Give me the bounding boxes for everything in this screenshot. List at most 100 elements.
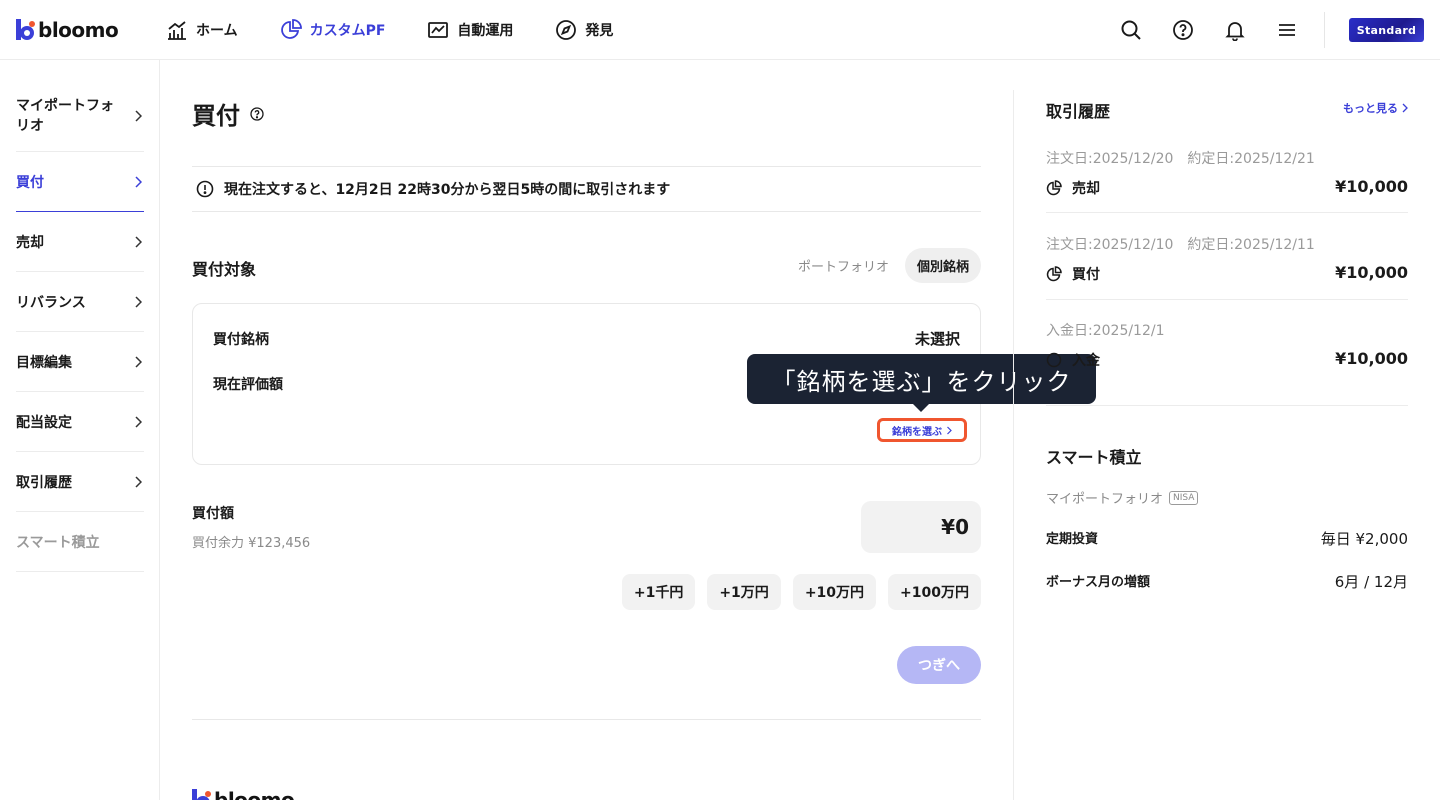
logo-mark-icon xyxy=(192,789,211,800)
add-1m-button[interactable]: +100万円 xyxy=(888,574,981,610)
chevron-right-icon xyxy=(135,475,142,488)
smart-savings-portfolio: マイポートフォリオ NISA xyxy=(1046,488,1199,507)
nav-discover-label: 発見 xyxy=(585,23,614,39)
column-divider xyxy=(1013,90,1014,800)
sidebar-item-my-portfolio[interactable]: マイポートフォリオ xyxy=(16,81,144,152)
deposit-icon xyxy=(1046,352,1062,368)
transaction-type-label: 入金 xyxy=(1072,353,1100,369)
nav-custom-pf[interactable]: カスタムPF xyxy=(280,19,386,41)
top-header: bloomo ホーム カスタムPF 自動運用 発見 Standard xyxy=(0,0,1440,60)
target-type-toggle: ポートフォリオ 個別銘柄 xyxy=(786,248,981,283)
header-divider xyxy=(1324,12,1325,48)
sidebar-item-label: スマート積立 xyxy=(16,534,100,551)
nisa-badge: NISA xyxy=(1169,490,1199,505)
menu-icon[interactable] xyxy=(1276,19,1298,41)
bloomo-logo[interactable]: bloomo xyxy=(16,18,119,42)
sidebar-item-dividend[interactable]: 配当設定 xyxy=(16,392,144,452)
buy-amount-input[interactable]: ¥0 xyxy=(861,501,981,553)
nav-auto[interactable]: 自動運用 xyxy=(427,19,513,41)
sidebar-item-label: 買付 xyxy=(16,174,44,191)
chevron-right-icon xyxy=(1402,103,1408,113)
transaction-amount: ¥10,000 xyxy=(1335,349,1408,368)
smart-savings-portfolio-name: マイポートフォリオ xyxy=(1046,492,1164,507)
pie-chart-icon xyxy=(1046,180,1062,196)
help-icon[interactable] xyxy=(250,106,264,121)
select-stock-label: 銘柄を選ぶ xyxy=(892,426,942,438)
sidebar-item-label: 目標編集 xyxy=(16,354,72,371)
sidebar-item-label: 売却 xyxy=(16,234,44,251)
amount-quick-buttons: +1千円 +1万円 +10万円 +100万円 xyxy=(621,574,981,610)
transaction-row[interactable]: 注文日:2025/12/20 約定日:2025/12/21 売却 ¥10,000 xyxy=(1046,148,1408,213)
toggle-option-portfolio[interactable]: ポートフォリオ xyxy=(786,248,901,283)
alert-icon xyxy=(196,180,214,198)
sidebar-item-target-edit[interactable]: 目標編集 xyxy=(16,332,144,392)
page-title-text: 買付 xyxy=(192,102,240,130)
transaction-type: 買付 xyxy=(1046,264,1100,284)
logo-text: bloomo xyxy=(38,18,119,42)
sidebar-item-history[interactable]: 取引履歴 xyxy=(16,452,144,512)
periodic-investment-row: 定期投資 毎日 ¥2,000 xyxy=(1046,528,1408,548)
transaction-date: 注文日:2025/12/20 約定日:2025/12/21 xyxy=(1046,151,1315,167)
divider xyxy=(192,719,981,720)
compass-icon xyxy=(556,20,577,40)
trade-time-notice: 現在注文すると、12月2日 22時30分から翌日5時の間に取引されます xyxy=(192,166,981,212)
sidebar: マイポートフォリオ 買付 売却 リバランス 目標編集 配当設定 取引履歴 スマー… xyxy=(0,60,160,800)
transaction-amount: ¥10,000 xyxy=(1335,177,1408,196)
transaction-type: 入金 xyxy=(1046,350,1100,370)
chevron-right-icon xyxy=(135,175,142,188)
next-button[interactable]: つぎへ xyxy=(897,646,981,684)
pie-chart-icon xyxy=(1046,266,1062,282)
transaction-date: 注文日:2025/12/10 約定日:2025/12/11 xyxy=(1046,237,1315,253)
transaction-row[interactable]: 入金日:2025/12/1 入金 ¥10,000 xyxy=(1046,320,1408,406)
chevron-right-icon xyxy=(135,295,142,308)
notice-text: 現在注文すると、12月2日 22時30分から翌日5時の間に取引されます xyxy=(224,182,671,198)
chevron-right-icon xyxy=(135,235,142,248)
line-chart-icon xyxy=(428,22,449,38)
sidebar-item-label: 配当設定 xyxy=(16,414,72,431)
buy-amount-label: 買付額 xyxy=(192,506,234,522)
sidebar-item-rebalance[interactable]: リバランス xyxy=(16,272,144,332)
pie-chart-icon xyxy=(280,19,302,39)
more-link-label: もっと見る xyxy=(1343,102,1398,115)
plan-badge[interactable]: Standard xyxy=(1349,18,1424,42)
valuation-label: 現在評価額 xyxy=(213,377,283,393)
nav-auto-label: 自動運用 xyxy=(457,23,514,39)
more-link[interactable]: もっと見る xyxy=(1343,100,1408,116)
nav-home[interactable]: ホーム xyxy=(166,19,238,41)
bonus-increase-label: ボーナス月の増額 xyxy=(1046,575,1151,590)
chevron-right-icon xyxy=(135,110,142,122)
sidebar-item-smart-savings: スマート積立 xyxy=(16,512,144,572)
add-10k-button[interactable]: +1万円 xyxy=(707,574,781,610)
chevron-right-icon xyxy=(135,415,142,428)
footer-logo: bloomo xyxy=(192,788,295,800)
add-1k-button[interactable]: +1千円 xyxy=(621,574,696,610)
smart-savings-title: スマート積立 xyxy=(1046,448,1142,467)
nav-home-label: ホーム xyxy=(196,23,238,39)
toggle-option-individual[interactable]: 個別銘柄 xyxy=(904,248,981,283)
sidebar-item-buy[interactable]: 買付 xyxy=(16,152,144,212)
bonus-increase-value: 6月 / 12月 xyxy=(1334,573,1408,591)
nav-custom-pf-label: カスタムPF xyxy=(309,23,386,39)
history-title: 取引履歴 xyxy=(1046,102,1111,121)
help-icon[interactable] xyxy=(1172,19,1194,41)
page-title: 買付 xyxy=(192,96,264,131)
select-stock-button[interactable]: 銘柄を選ぶ xyxy=(877,418,967,442)
buy-target-label: 買付対象 xyxy=(192,260,257,279)
search-icon[interactable] xyxy=(1120,19,1142,41)
header-actions: Standard xyxy=(1120,0,1440,60)
add-100k-button[interactable]: +10万円 xyxy=(792,574,877,610)
periodic-investment-label: 定期投資 xyxy=(1046,532,1099,547)
bell-icon[interactable] xyxy=(1224,19,1246,41)
transaction-type: 売却 xyxy=(1046,178,1100,198)
logo-mark-icon xyxy=(16,19,35,40)
sidebar-item-label: マイポートフォリオ xyxy=(16,98,114,134)
nav-discover[interactable]: 発見 xyxy=(555,19,613,41)
stock-label: 買付銘柄 xyxy=(213,332,269,348)
stock-value: 未選択 xyxy=(914,330,960,348)
transaction-row[interactable]: 注文日:2025/12/10 約定日:2025/12/11 買付 ¥10,000 xyxy=(1046,234,1408,300)
transaction-type-label: 売却 xyxy=(1072,181,1100,197)
logo-text: bloomo xyxy=(214,788,295,800)
sidebar-item-sell[interactable]: 売却 xyxy=(16,212,144,272)
transaction-date: 入金日:2025/12/1 xyxy=(1046,323,1165,339)
chevron-right-icon xyxy=(135,355,142,368)
